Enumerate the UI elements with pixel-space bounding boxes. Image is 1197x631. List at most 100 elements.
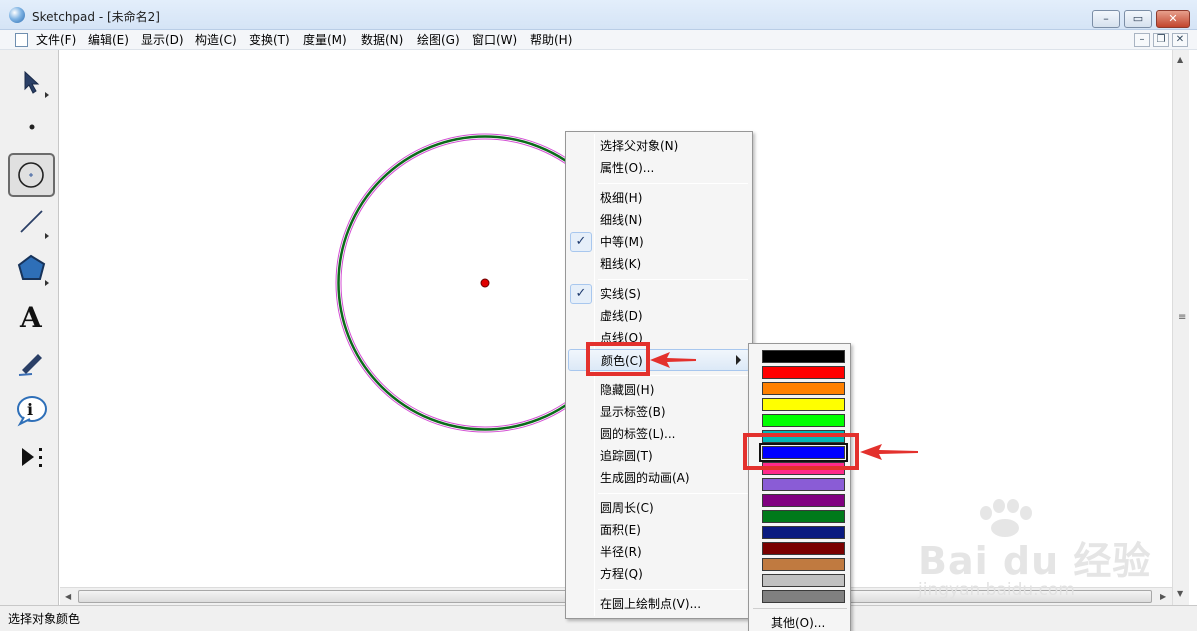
menu-transform[interactable]: 变换(T) <box>249 32 290 48</box>
custom-tool-icon <box>22 448 42 467</box>
context-menu-item-label: 属性(O)... <box>600 161 655 175</box>
compass-tool-icon <box>18 162 44 188</box>
color-submenu: 其他(O)... <box>748 343 851 631</box>
menu-graph[interactable]: 绘图(G) <box>417 32 460 48</box>
context-menu-item[interactable]: 半径(R) <box>568 541 750 563</box>
scroll-left-icon[interactable]: ◀ <box>65 591 71 603</box>
context-menu-item[interactable]: 生成圆的动画(A) <box>568 467 750 489</box>
maximize-icon: ▭ <box>1132 12 1144 25</box>
polygon-tool-button[interactable] <box>8 248 55 292</box>
arrow-tool-icon <box>24 70 49 98</box>
text-tool-button[interactable]: A <box>8 295 55 339</box>
context-menu-item[interactable]: 面积(E) <box>568 519 750 541</box>
menu-construct[interactable]: 构造(C) <box>195 32 237 48</box>
color-swatch[interactable] <box>762 382 845 395</box>
text-tool-icon: A <box>19 301 43 334</box>
checkmark-icon: ✓ <box>570 232 592 252</box>
minimize-icon: – <box>1103 12 1109 25</box>
context-menu-item[interactable]: 圆的标签(L)... <box>568 423 750 445</box>
point-tool-button[interactable] <box>8 105 55 149</box>
color-swatch[interactable] <box>762 366 845 379</box>
menu-window[interactable]: 窗口(W) <box>472 32 517 48</box>
color-swatch[interactable] <box>762 542 845 555</box>
point-tool-icon <box>29 124 35 130</box>
annotation-box-color-item <box>586 342 650 376</box>
context-menu-item-label: 虚线(D) <box>600 309 643 323</box>
context-menu-item-label: 半径(R) <box>600 545 642 559</box>
menu-separator <box>598 183 748 184</box>
mdi-minimize-button[interactable]: – <box>1134 33 1150 47</box>
context-menu-item[interactable]: 隐藏圆(H) <box>568 379 750 401</box>
close-icon: ✕ <box>1168 12 1178 25</box>
context-menu-item[interactable]: 在圆上绘制点(V)... <box>568 593 750 615</box>
information-tool-icon: i <box>17 396 47 427</box>
menu-separator <box>598 279 748 280</box>
color-swatch[interactable] <box>762 574 845 587</box>
context-menu-item[interactable]: ✓ 中等(M) <box>568 231 750 253</box>
mdi-close-button[interactable]: ✕ <box>1172 33 1188 47</box>
menu-measure[interactable]: 度量(M) <box>303 32 347 48</box>
arrow-tool-button[interactable] <box>8 60 55 104</box>
context-menu-item-label: 极细(H) <box>600 191 643 205</box>
context-menu-item[interactable]: 圆周长(C) <box>568 497 750 519</box>
context-menu-item[interactable]: 追踪圆(T) <box>568 445 750 467</box>
annotation-arrow-color-item <box>650 352 696 368</box>
marker-tool-button[interactable] <box>8 342 55 386</box>
menu-file[interactable]: 文件(F) <box>36 32 76 48</box>
other-color-item[interactable]: 其他(O)... <box>771 615 825 631</box>
close-button[interactable]: ✕ <box>1156 10 1190 28</box>
custom-tool-button[interactable] <box>8 436 55 480</box>
submenu-arrow-icon <box>736 355 741 365</box>
context-menu-item[interactable]: 细线(N) <box>568 209 750 231</box>
color-swatch[interactable] <box>762 350 845 363</box>
scroll-up-icon[interactable]: ▲ <box>1177 54 1183 66</box>
context-menu-item[interactable]: 粗线(K) <box>568 253 750 275</box>
maximize-button[interactable]: ▭ <box>1124 10 1152 28</box>
context-menu-item[interactable]: ✓ 实线(S) <box>568 283 750 305</box>
context-menu-item[interactable]: 极细(H) <box>568 187 750 209</box>
compass-tool-button[interactable] <box>8 153 55 197</box>
scroll-grip-icon[interactable]: ≡ <box>1178 312 1186 324</box>
color-swatch[interactable] <box>762 526 845 539</box>
context-menu-item[interactable]: 显示标签(B) <box>568 401 750 423</box>
color-swatch[interactable] <box>762 414 845 427</box>
context-menu-item-label: 在圆上绘制点(V)... <box>600 597 702 611</box>
annotation-box-blue-swatch <box>743 433 859 470</box>
menu-data[interactable]: 数据(N) <box>361 32 403 48</box>
context-menu-item[interactable]: 虚线(D) <box>568 305 750 327</box>
context-menu-item-label: 粗线(K) <box>600 257 642 271</box>
context-menu-item-label: 选择父对象(N) <box>600 139 679 153</box>
color-swatch[interactable] <box>762 478 845 491</box>
menu-display[interactable]: 显示(D) <box>141 32 184 48</box>
information-tool-button[interactable]: i <box>8 389 55 433</box>
context-menu-item[interactable]: 选择父对象(N) <box>568 135 750 157</box>
center-point[interactable] <box>480 278 490 288</box>
minimize-button[interactable]: – <box>1092 10 1120 28</box>
color-swatch[interactable] <box>762 494 845 507</box>
menu-bar: 文件(F) 编辑(E) 显示(D) 构造(C) 变换(T) 度量(M) 数据(N… <box>0 30 1197 50</box>
context-menu-item[interactable]: 方程(Q) <box>568 563 750 585</box>
menu-separator <box>598 493 748 494</box>
menu-help[interactable]: 帮助(H) <box>530 32 572 48</box>
menu-edit[interactable]: 编辑(E) <box>88 32 129 48</box>
context-menu-item-label: 实线(S) <box>600 287 641 301</box>
context-menu-item-label: 生成圆的动画(A) <box>600 471 690 485</box>
scroll-down-icon[interactable]: ▼ <box>1177 588 1183 600</box>
watermark-logo: Bai du 经验 <box>918 539 1152 583</box>
color-swatch[interactable] <box>762 510 845 523</box>
straightedge-tool-button[interactable] <box>8 201 55 245</box>
color-swatch[interactable] <box>762 590 845 603</box>
color-swatch[interactable] <box>762 558 845 571</box>
context-menu-item-label: 细线(N) <box>600 213 643 227</box>
window-title: Sketchpad - [未命名2] <box>32 10 160 24</box>
scroll-right-icon[interactable]: ▶ <box>1160 591 1166 603</box>
mdi-restore-button[interactable]: ❐ <box>1153 33 1169 47</box>
context-menu-item-label: 方程(Q) <box>600 567 643 581</box>
straightedge-tool-icon <box>20 210 49 239</box>
document-icon[interactable] <box>15 33 28 47</box>
color-swatch[interactable] <box>762 398 845 411</box>
context-menu-item-label: 隐藏圆(H) <box>600 383 655 397</box>
context-menu-item[interactable]: 属性(O)... <box>568 157 750 179</box>
vertical-scrollbar[interactable]: ▲ ≡ ▼ <box>1172 50 1189 605</box>
toolbox: A i <box>0 50 59 605</box>
